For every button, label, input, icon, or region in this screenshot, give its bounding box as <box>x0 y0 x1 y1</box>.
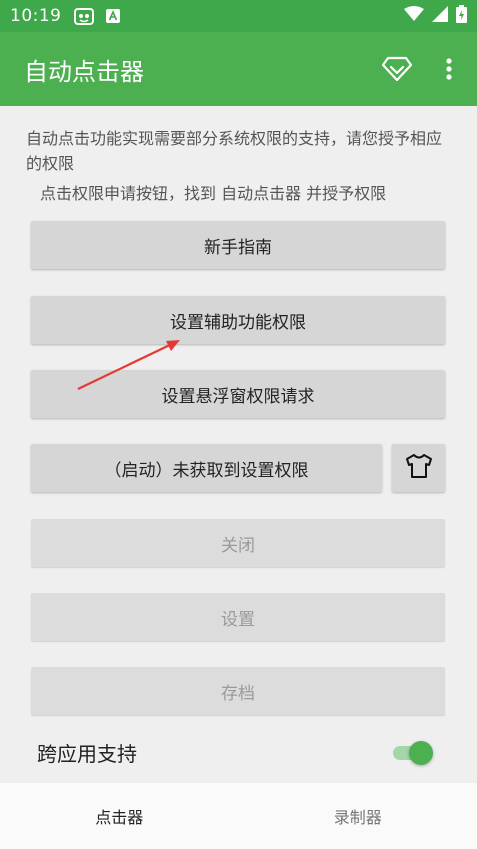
cross-app-support-label: 跨应用支持 <box>37 741 137 766</box>
permission-hint: 点击权限申请按钮，找到 自动点击器 并授予权限 <box>40 184 387 203</box>
toggle-thumb <box>409 741 433 765</box>
status-bar: 10:19 <box>0 0 477 32</box>
start-button[interactable]: （启动）未获取到设置权限 <box>31 444 382 492</box>
accessibility-permission-button[interactable]: 设置辅助功能权限 <box>31 296 445 344</box>
status-time: 10:19 <box>10 6 62 26</box>
wifi-icon <box>404 6 424 26</box>
tab-recorder[interactable]: 录制器 <box>239 783 477 849</box>
close-button[interactable]: 关闭 <box>31 519 445 567</box>
battery-icon <box>456 5 467 27</box>
text-a-icon <box>105 9 120 23</box>
app-bar: 自动点击器 <box>0 32 477 106</box>
skin-button[interactable] <box>392 444 445 492</box>
diamond-icon[interactable] <box>373 45 421 93</box>
overlay-permission-button[interactable]: 设置悬浮窗权限请求 <box>31 370 445 418</box>
app-title: 自动点击器 <box>24 57 144 86</box>
signal-icon <box>432 6 448 26</box>
app-bar-actions <box>373 45 477 93</box>
save-button[interactable]: 存档 <box>31 667 445 715</box>
more-vert-icon[interactable] <box>429 45 469 93</box>
main-content: 自动点击功能实现需要部分系统权限的支持，请您授予相应的权限 点击权限申请按钮，找… <box>0 106 477 783</box>
tab-clicker[interactable]: 点击器 <box>0 783 239 849</box>
bottom-navigation: 点击器 录制器 <box>0 783 477 849</box>
tomcat-app-icon <box>73 7 94 25</box>
cross-app-support-row: 跨应用支持 <box>0 731 477 773</box>
permission-description: 自动点击功能实现需要部分系统权限的支持，请您授予相应的权限 <box>26 129 443 173</box>
cross-app-support-toggle[interactable] <box>393 741 437 765</box>
guide-button[interactable]: 新手指南 <box>31 221 445 269</box>
settings-button[interactable]: 设置 <box>31 593 445 641</box>
tshirt-icon <box>405 453 433 484</box>
status-right-icons <box>404 5 467 27</box>
